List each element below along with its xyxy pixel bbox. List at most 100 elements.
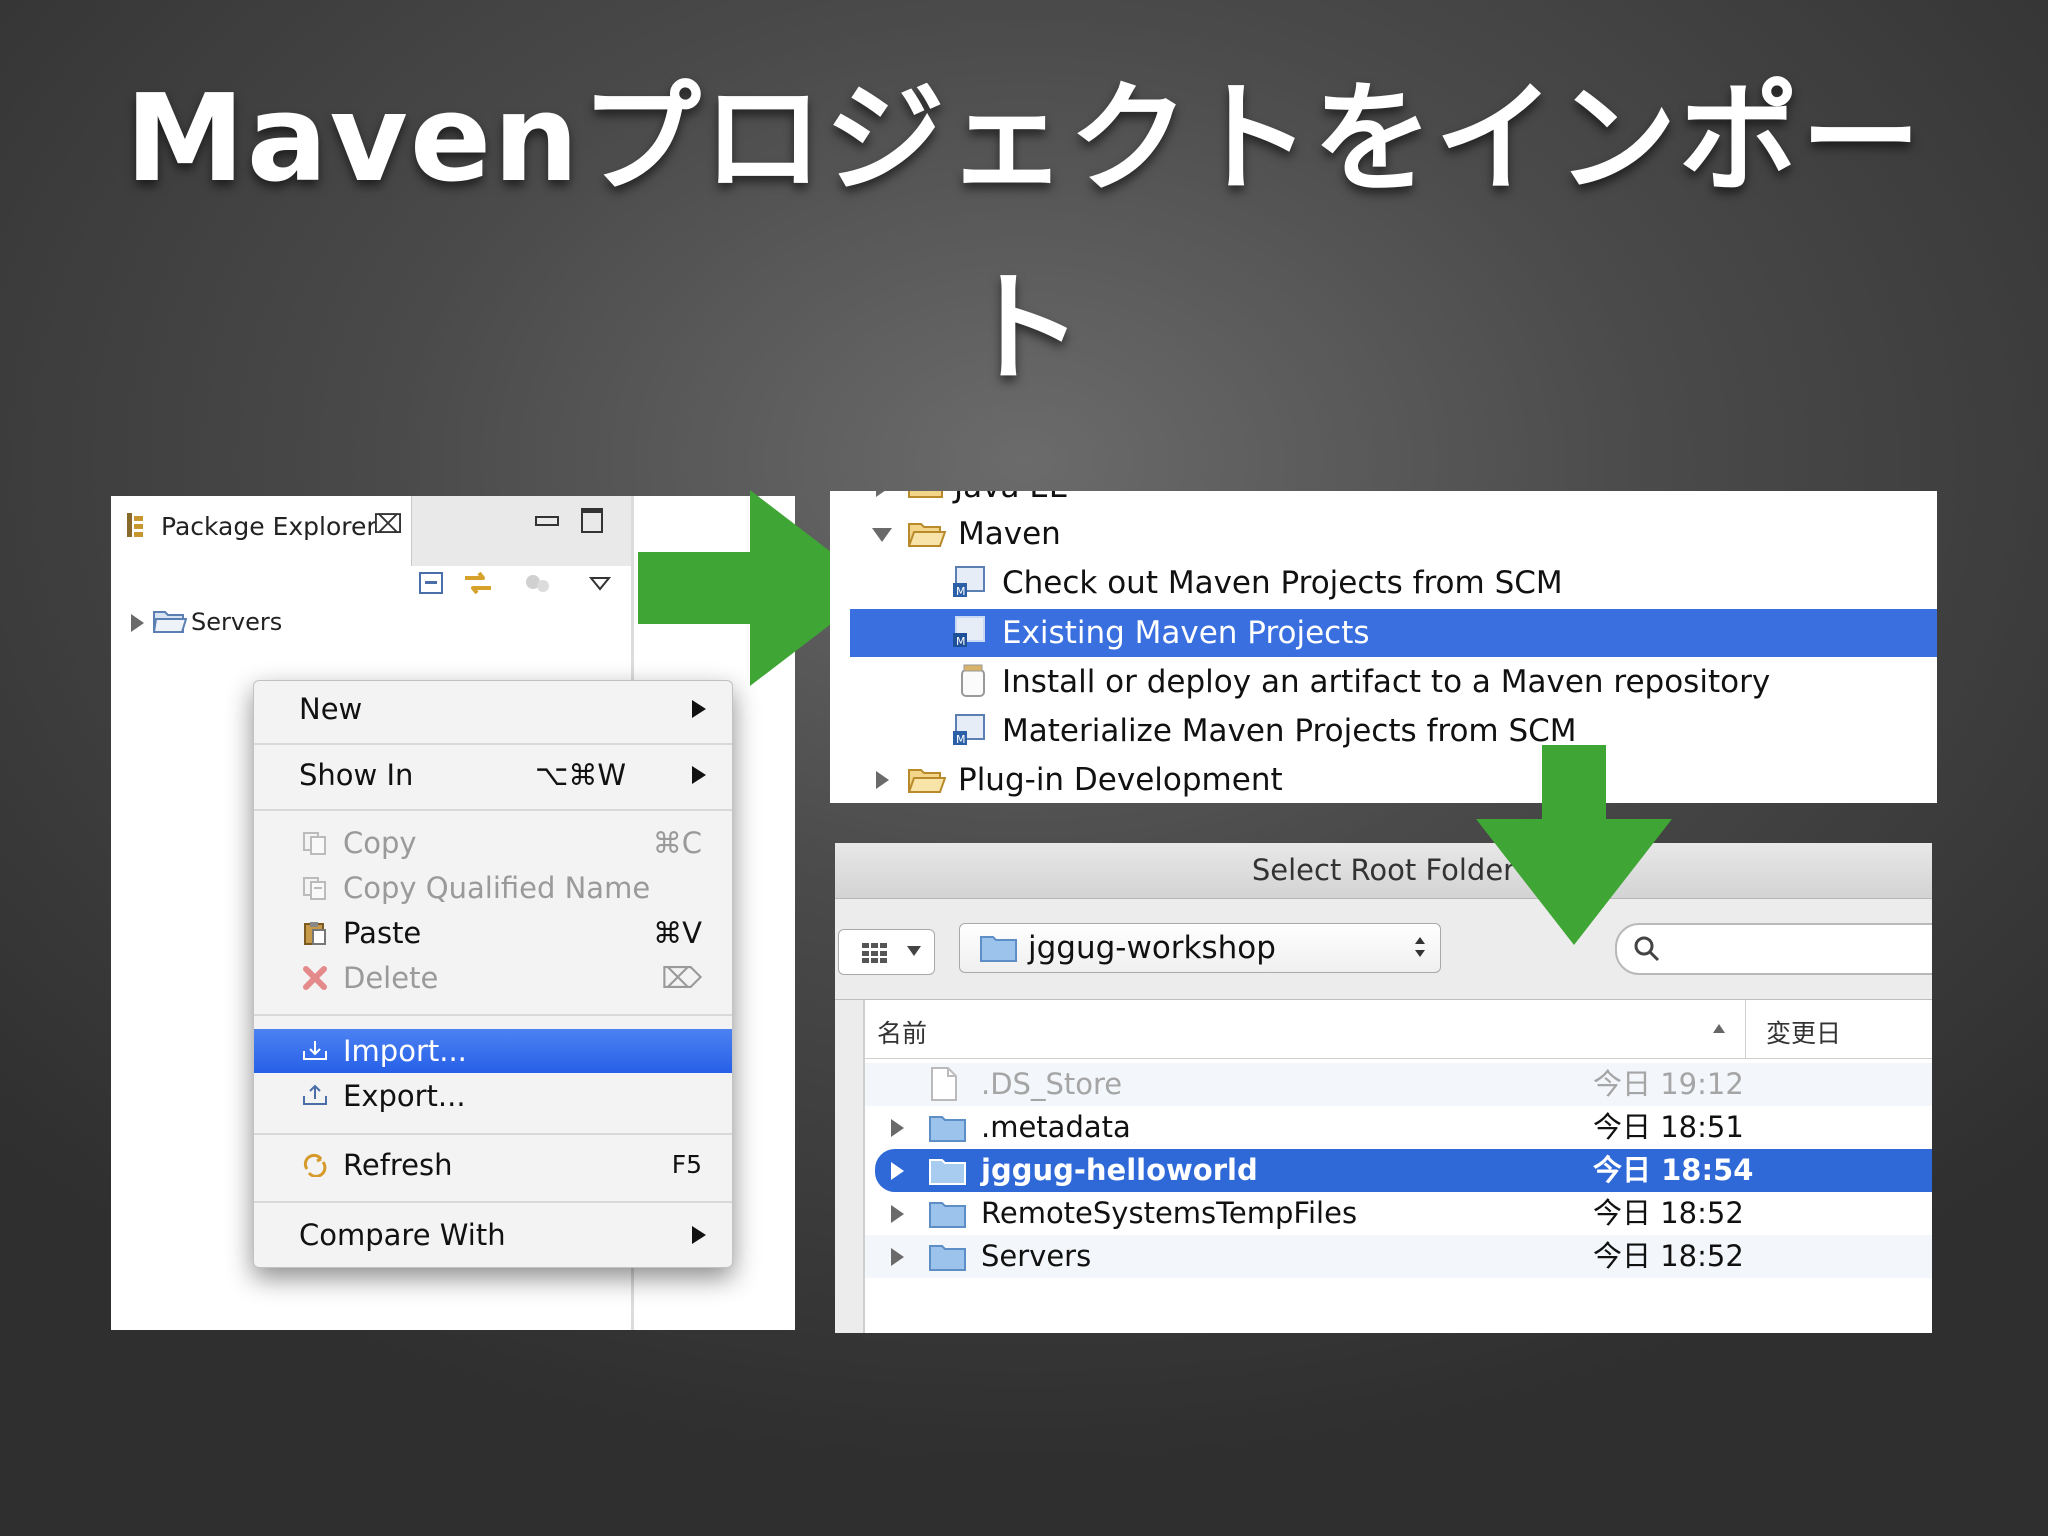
menu-item-paste[interactable]: Paste ⌘V: [254, 911, 732, 955]
slide-title-line-2: ト: [963, 260, 1085, 399]
submenu-arrow-icon: [692, 700, 706, 718]
tree-item-label: Servers: [191, 608, 283, 636]
menu-separator: [254, 1014, 732, 1016]
folder-icon: [929, 1245, 966, 1271]
menu-item-delete[interactable]: Delete ⌦: [254, 956, 732, 1000]
menu-separator: [254, 809, 732, 811]
close-tab-icon[interactable]: ⌧: [373, 510, 403, 540]
menu-item-refresh[interactable]: Refresh F5: [254, 1143, 732, 1187]
maven-project-icon: M: [953, 616, 985, 648]
file-date: 今日 19:12: [1593, 1067, 1744, 1101]
menu-separator: [254, 1133, 732, 1135]
menu-item-label: Refresh: [343, 1148, 453, 1182]
down-arrow-icon: [1476, 745, 1672, 945]
menu-item-label: Compare With: [299, 1218, 506, 1252]
folder-icon: [929, 1159, 966, 1185]
location-popup[interactable]: jggug-workshop: [959, 923, 1441, 973]
tree-row-java-ee[interactable]: Java EE: [830, 491, 1937, 511]
tree-row-materialize[interactable]: M Materialize Maven Projects from SCM: [830, 707, 1937, 755]
menu-item-copy-qualified-name[interactable]: Copy Qualified Name: [254, 866, 732, 910]
folder-icon: [929, 1116, 966, 1142]
paste-icon: [304, 922, 326, 945]
menu-item-compare-with[interactable]: Compare With: [254, 1213, 732, 1257]
package-explorer-icon: [127, 513, 143, 537]
folder-icon: [908, 491, 943, 498]
location-label: jggug-workshop: [1028, 930, 1276, 966]
context-menu: New Show In ⌥⌘W Copy ⌘C Copy Qualified N…: [253, 680, 733, 1268]
grid-view-icon: [862, 943, 887, 963]
import-wizard-tree: Java EE Maven M Check out Maven Projects…: [830, 491, 1937, 803]
file-row[interactable]: .metadata 今日 18:51: [865, 1106, 1932, 1149]
focus-task-icon: [526, 575, 549, 592]
file-date: 今日 18:52: [1593, 1196, 1744, 1230]
slide-title-line-1: Mavenプロジェクトをインポー: [125, 70, 1923, 209]
column-header-name[interactable]: 名前: [877, 1014, 927, 1050]
menu-item-label: Delete: [343, 961, 439, 995]
chevron-down-icon: [907, 946, 921, 956]
disclosure-triangle-icon[interactable]: [891, 1205, 904, 1223]
tree-row-existing-maven-projects[interactable]: M Existing Maven Projects: [850, 609, 1937, 657]
dialog-title: Select Root Folder: [835, 843, 1932, 899]
menu-separator: [254, 743, 732, 745]
tree-row-check-out-maven[interactable]: M Check out Maven Projects from SCM: [830, 559, 1937, 607]
tree-item-servers[interactable]: Servers: [131, 608, 282, 640]
tree-row-label: Existing Maven Projects: [1002, 615, 1370, 651]
menu-item-label: Copy Qualified Name: [343, 871, 651, 905]
collapse-all-icon[interactable]: [417, 568, 447, 598]
copy-icon: [303, 832, 326, 855]
tree-row-label: Maven: [958, 516, 1061, 552]
project-tree: Servers: [131, 608, 282, 640]
tree-row-plugin-development[interactable]: Plug-in Development: [830, 756, 1937, 803]
view-menu-icon[interactable]: [588, 576, 612, 606]
disclosure-triangle-icon[interactable]: [891, 1162, 904, 1180]
file-row-selected[interactable]: jggug-helloworld 今日 18:54: [875, 1149, 1932, 1192]
collapse-triangle-icon: [872, 528, 892, 542]
menu-shortcut: ⌘V: [653, 916, 702, 950]
import-icon: [303, 1041, 327, 1060]
file-list-header: 名前 変更日: [865, 1000, 1932, 1059]
menu-item-label: Copy: [343, 826, 417, 860]
tree-row-label: Java EE: [954, 491, 1069, 511]
file-date: 今日 18:54: [1593, 1153, 1754, 1187]
artifact-jar-icon: [961, 664, 985, 697]
dialog-toolbar: jggug-workshop: [835, 899, 1932, 1000]
file-row[interactable]: .DS_Store 今日 19:12: [865, 1063, 1932, 1106]
menu-item-import[interactable]: Import...: [254, 1029, 732, 1073]
maven-project-icon: M: [953, 714, 985, 746]
maximize-view-icon[interactable]: [581, 508, 603, 533]
menu-shortcut: ⌘C: [652, 826, 702, 860]
menu-item-export[interactable]: Export...: [254, 1074, 732, 1118]
select-root-folder-dialog: Select Root Folder jggug-workshop 名前 変更日: [835, 843, 1932, 1333]
expand-triangle-icon[interactable]: [131, 614, 144, 632]
popup-stepper-icon: [1415, 937, 1425, 957]
view-mode-button[interactable]: [838, 929, 935, 975]
menu-shortcut: F5: [671, 1150, 702, 1179]
expand-triangle-icon: [876, 491, 889, 497]
folder-icon: [153, 611, 187, 633]
file-row[interactable]: Servers 今日 18:52: [865, 1235, 1932, 1278]
menu-item-copy[interactable]: Copy ⌘C: [254, 821, 732, 865]
open-folder-icon: [908, 523, 946, 547]
file-date: 今日 18:52: [1593, 1239, 1744, 1273]
slide-title: Mavenプロジェクトをインポー ト: [0, 40, 2048, 430]
export-icon: [303, 1084, 327, 1105]
file-row[interactable]: RemoteSystemsTempFiles 今日 18:52: [865, 1192, 1932, 1235]
delete-icon: [303, 966, 327, 990]
tree-row-label: Check out Maven Projects from SCM: [1002, 565, 1563, 601]
menu-item-new[interactable]: New: [254, 687, 732, 731]
column-header-date[interactable]: 変更日: [1766, 1014, 1841, 1050]
disclosure-triangle-icon[interactable]: [891, 1248, 904, 1266]
file-list: 名前 変更日 .DS_Store 今日 19:12 .metadata 今日 1…: [863, 1000, 1932, 1333]
copy-qualified-name-icon: [303, 877, 326, 900]
package-explorer-tab[interactable]: Package Explorer ⌧: [111, 496, 412, 566]
tree-row-maven[interactable]: Maven: [830, 510, 1937, 558]
link-with-editor-icon[interactable]: [461, 568, 495, 598]
tree-row-label: Install or deploy an artifact to a Maven…: [1002, 664, 1771, 700]
tree-row-install-deploy[interactable]: Install or deploy an artifact to a Maven…: [830, 658, 1937, 706]
menu-item-show-in[interactable]: Show In ⌥⌘W: [254, 753, 732, 797]
menu-item-label: Show In: [299, 758, 414, 792]
column-divider: [1745, 1000, 1746, 1058]
refresh-icon: [303, 1153, 327, 1177]
disclosure-triangle-icon[interactable]: [891, 1119, 904, 1137]
minimize-view-icon[interactable]: [535, 516, 559, 526]
